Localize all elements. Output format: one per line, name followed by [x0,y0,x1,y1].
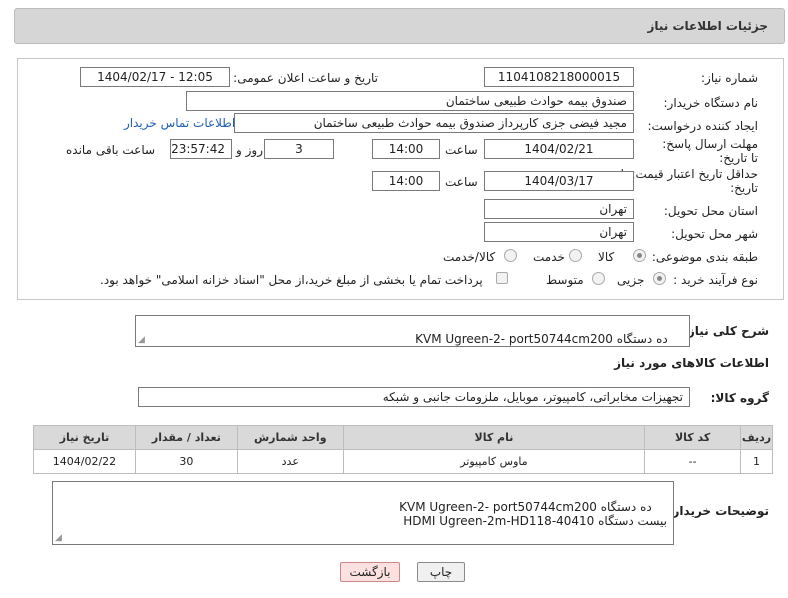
announce-field: 1404/02/17 - 12:05 [80,67,230,87]
buyer-notes-textarea[interactable]: ده دستگاه KVM Ugreen-2- port50744cm200 ب… [52,481,674,545]
category-radio-both[interactable] [504,249,517,262]
announce-label: تاریخ و ساعت اعلان عمومی: [233,71,378,85]
contact-info-link[interactable]: اطلاعات تماس خریدار [124,116,235,130]
need-number-field: 1104108218000015 [484,67,634,87]
summary-label: شرح کلی نیاز: [683,324,769,338]
category-option-both: کالا/خدمت [443,250,496,264]
table-header-row: ردیف کد کالا نام کالا واحد شمارش تعداد /… [33,425,773,450]
page-frame: جزئیات اطلاعات نیاز AriaTender.neT شماره… [0,0,788,598]
validity-date-field: 1404/03/17 [484,171,634,191]
goods-group-field: تجهیزات مخابراتی، کامپیوتر، موبایل، ملزو… [138,387,690,407]
print-button[interactable]: چاپ [417,562,465,582]
back-button[interactable]: بازگشت [340,562,400,582]
deadline-date-field: 1404/02/21 [484,139,634,159]
goods-info-title: اطلاعات کالاهای مورد نیاز [614,356,769,370]
page-header: جزئیات اطلاعات نیاز [14,8,785,44]
city-label: شهر محل تحویل: [671,227,758,241]
requester-field: مجید فیضی جزی کارپرداز صندوق بیمه حوادث … [234,113,634,133]
remaining-label: ساعت باقی مانده [66,143,156,157]
goods-group-label: گروه کالا: [710,391,769,405]
deadline-time-field: 14:00 [372,139,440,159]
table-row: 1 -- ماوس کامپیوتر عدد 30 1404/02/22 [33,449,773,474]
buyer-org-field: صندوق بیمه حوادث طبیعی ساختمان [186,91,634,111]
category-option-service: خدمت [533,250,565,264]
cell-item-name: ماوس کامپیوتر [342,449,646,474]
deadline-time-label: ساعت [445,143,478,157]
city-field: تهران [484,222,634,242]
col-unit: واحد شمارش [236,425,344,450]
cell-item-code: -- [644,449,742,474]
summary-textarea[interactable]: ده دستگاه KVM Ugreen-2- port50744cm200 ب… [135,315,690,347]
buyer-org-label: نام دستگاه خریدار: [663,96,759,110]
col-item-name: نام کالا [342,425,646,450]
requester-label: ایجاد کننده درخواست: [647,119,758,133]
category-label: طبقه بندی موضوعی: [651,250,758,264]
cell-need-date: 1404/02/22 [33,449,136,474]
cell-unit: عدد [236,449,344,474]
province-label: استان محل تحویل: [663,204,758,218]
col-quantity: تعداد / مقدار [134,425,238,450]
page-title: جزئیات اطلاعات نیاز [647,19,768,33]
resize-handle-icon[interactable]: ◢ [55,534,62,543]
validity-time-field: 14:00 [372,171,440,191]
days-field: 3 [264,139,334,159]
col-item-code: کد کالا [644,425,742,450]
summary-text: ده دستگاه KVM Ugreen-2- port50744cm200 ب… [415,332,668,346]
process-option-minor: جزیی [617,273,645,287]
validity-time-label: ساعت [445,175,478,189]
cell-quantity: 30 [134,449,238,474]
deadline-label: مهلت ارسال پاسخ: تا تاریخ: [662,137,758,165]
cell-row-number: 1 [740,449,773,474]
buyer-notes-text: ده دستگاه KVM Ugreen-2- port50744cm200 ب… [399,500,667,528]
buyer-notes-label: توضیحات خریدار: [667,504,769,518]
goods-table: ردیف کد کالا نام کالا واحد شمارش تعداد /… [33,425,773,474]
process-radio-medium[interactable] [592,272,605,285]
col-need-date: تاریخ نیاز [33,425,136,450]
days-label: روز و [236,143,263,157]
category-radio-service[interactable] [569,249,582,262]
resize-handle-icon[interactable]: ◢ [138,336,145,345]
process-radio-minor[interactable] [653,272,666,285]
col-row-number: ردیف [740,425,773,450]
need-number-label: شماره نیاز: [701,71,758,85]
category-radio-goods[interactable] [633,249,646,262]
process-label: نوع فرآیند خرید : [673,273,758,287]
category-option-goods: کالا [598,250,615,264]
payment-note: پرداخت تمام یا بخشی از مبلغ خرید،از محل … [100,273,483,287]
province-field: تهران [484,199,634,219]
process-option-medium: متوسط [546,273,584,287]
validity-label: حداقل تاریخ اعتبار قیمت: تا تاریخ: [620,167,758,195]
treasury-checkbox[interactable] [496,272,508,284]
remaining-time-field: 23:57:42 [170,139,232,159]
